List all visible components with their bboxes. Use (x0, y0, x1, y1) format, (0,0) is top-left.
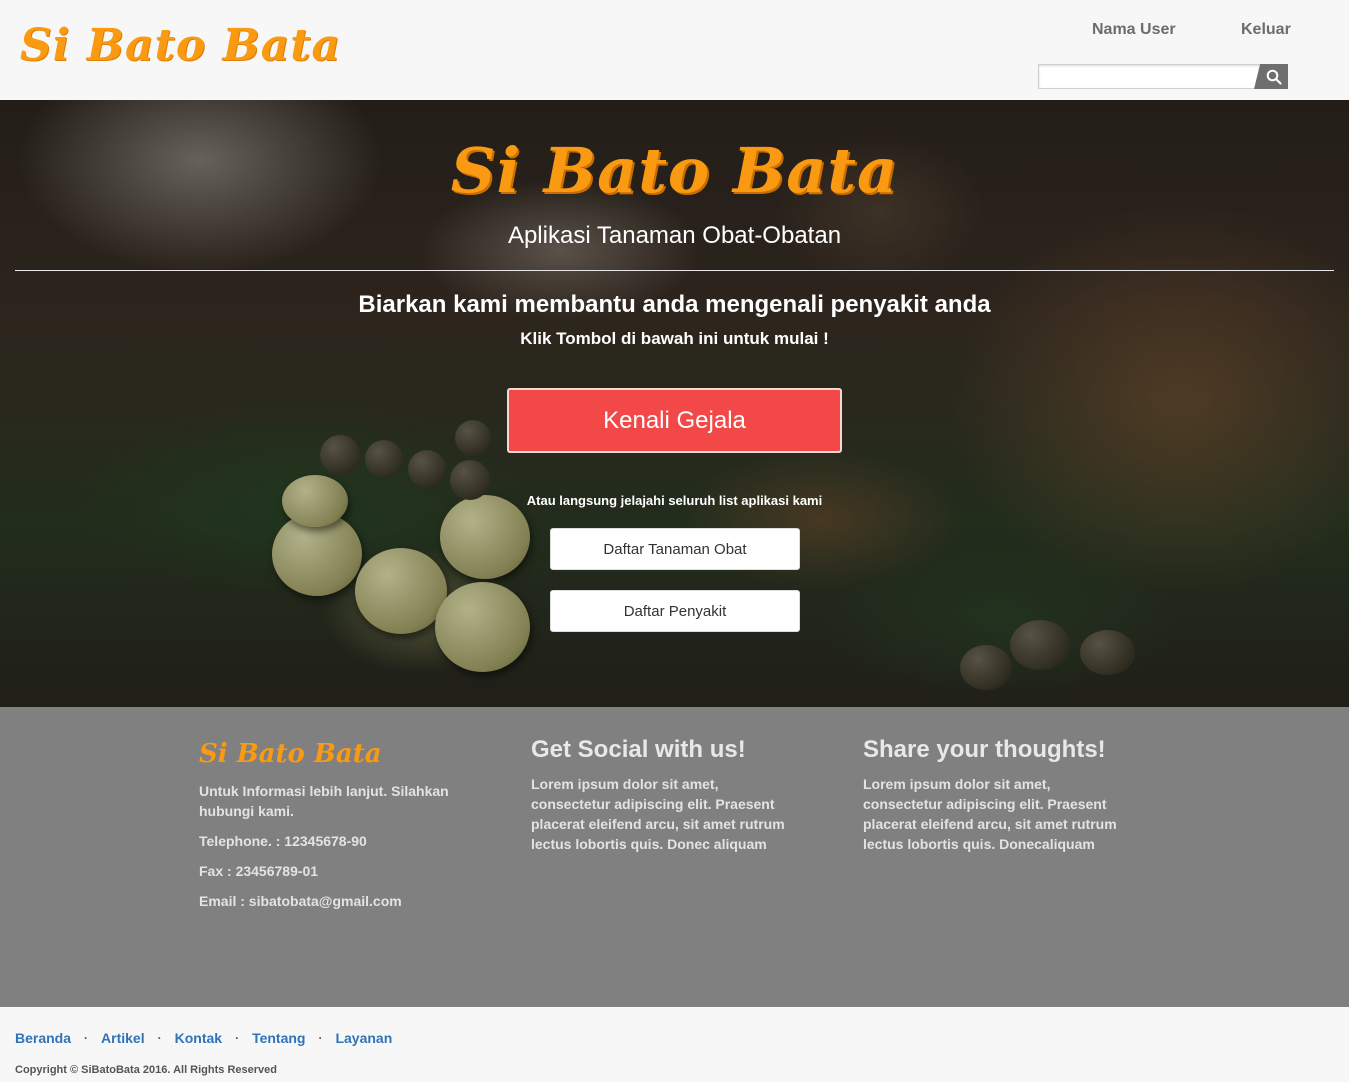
nav-link-beranda[interactable]: Beranda (15, 1030, 71, 1046)
nav-link-layanan[interactable]: Layanan (335, 1030, 392, 1046)
search-input[interactable] (1038, 64, 1260, 89)
nav-separator: · (84, 1031, 89, 1045)
nav-link-artikel[interactable]: Artikel (101, 1030, 145, 1046)
footer-social-heading: Get Social with us! (531, 736, 746, 763)
logout-link[interactable]: Keluar (1241, 21, 1291, 39)
hero-section: Si Bato Bata Aplikasi Tanaman Obat-Obata… (0, 100, 1349, 707)
kenali-gejala-button[interactable]: Kenali Gejala (507, 388, 842, 453)
site-header: Si Bato Bata Nama User Keluar (0, 0, 1349, 100)
hero-divider (15, 270, 1334, 271)
footer-telephone: Telephone. : 12345678-90 (199, 833, 367, 849)
footer-thoughts-heading: Share your thoughts! (863, 736, 1106, 763)
site-footer: Si Bato Bata Untuk Informasi lebih lanju… (0, 707, 1349, 1007)
search-icon (1266, 69, 1282, 85)
hero-lead-text: Biarkan kami membantu anda mengenali pen… (358, 291, 991, 318)
nav-separator: · (157, 1031, 162, 1045)
copyright-text: Copyright © SiBatoBata 2016. All Rights … (15, 1064, 277, 1076)
hero-subtitle: Aplikasi Tanaman Obat-Obatan (507, 222, 842, 249)
nav-link-kontak[interactable]: Kontak (175, 1030, 222, 1046)
bottom-nav: Beranda · Artikel · Kontak · Tentang · L… (15, 1030, 392, 1046)
footer-thoughts-text: Lorem ipsum dolor sit amet, consectetur … (863, 776, 1117, 852)
hero-title: Si Bato Bata (450, 134, 899, 207)
footer-email: Email : sibatobata@gmail.com (199, 893, 402, 909)
user-menu-link[interactable]: Nama User (1092, 21, 1176, 39)
hero-cta-hint: Klik Tombol di bawah ini untuk mulai ! (520, 329, 829, 348)
nav-link-tentang[interactable]: Tentang (252, 1030, 305, 1046)
hero-explore-text: Atau langsung jelajahi seluruh list apli… (526, 493, 823, 508)
brand-logo[interactable]: Si Bato Bata (20, 20, 341, 71)
bottom-bar: Beranda · Artikel · Kontak · Tentang · L… (0, 1007, 1349, 1082)
footer-social-text: Lorem ipsum dolor sit amet, consectetur … (531, 776, 785, 852)
nav-separator: · (318, 1031, 323, 1045)
daftar-tanaman-obat-button[interactable]: Daftar Tanaman Obat (550, 528, 800, 570)
footer-info-text: Untuk Informasi lebih lanjut. Silahkan h… (199, 783, 449, 819)
nav-separator: · (235, 1031, 240, 1045)
search-bar (1038, 64, 1288, 89)
daftar-penyakit-button[interactable]: Daftar Penyakit (550, 590, 800, 632)
footer-fax: Fax : 23456789-01 (199, 863, 319, 879)
footer-brand: Si Bato Bata (199, 739, 382, 769)
